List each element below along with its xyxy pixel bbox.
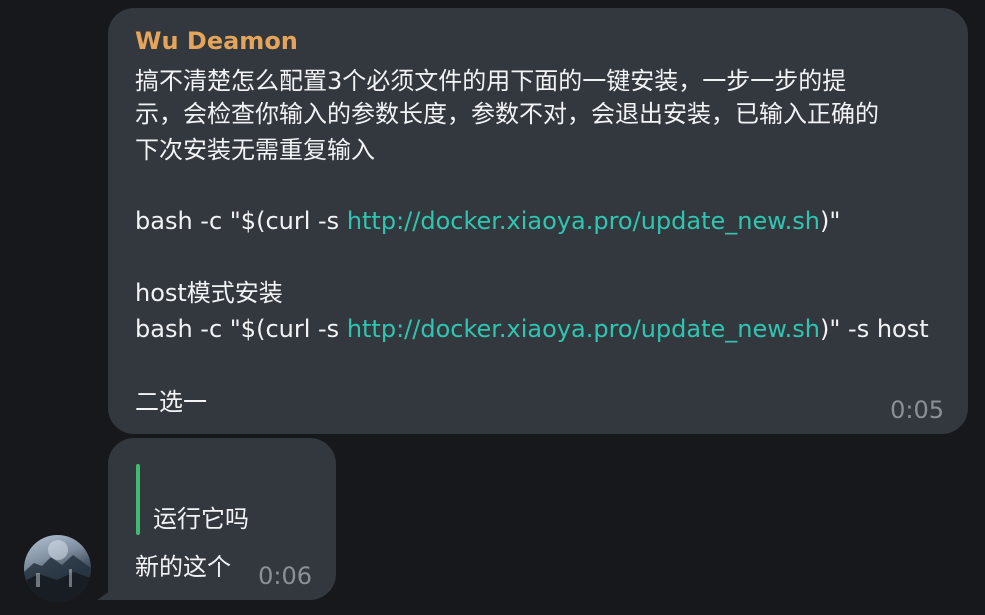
command-prefix: bash -c "$(curl -s [135, 315, 347, 343]
chat-window: Wu Deamon 搞不清楚怎么配置3个必须文件的用下面的一键安装，一步一步的提… [0, 0, 985, 615]
command-line: bash -c "$(curl -s http://docker.xiaoya.… [135, 206, 840, 236]
reply-text: 新的这个 [135, 553, 231, 581]
command-suffix: )" -s host [820, 315, 929, 343]
message-bubble[interactable]: Wu Deamon 搞不清楚怎么配置3个必须文件的用下面的一键安装，一步一步的提… [108, 8, 968, 434]
avatar[interactable] [24, 535, 91, 602]
host-mode-label: host模式安装 [135, 279, 283, 307]
command-line: bash -c "$(curl -s http://docker.xiaoya.… [135, 314, 929, 344]
command-suffix: )" [820, 207, 841, 235]
sender-name[interactable]: Wu Deamon [135, 27, 298, 55]
message-line: 下次安装无需重复输入 [135, 136, 375, 164]
message-line: 搞不清楚怎么配置3个必须文件的用下面的一键安装，一步一步的提 [135, 67, 847, 95]
quote-bar [136, 464, 140, 535]
update-script-link[interactable]: http://docker.xiaoya.pro/update_new.sh [347, 207, 820, 235]
message-time: 0:05 [890, 396, 944, 424]
message-line: 示，会检查你输入的参数长度，参数不对，会退出安装，已输入正确的 [135, 100, 879, 128]
command-prefix: bash -c "$(curl -s [135, 207, 347, 235]
reply-message-bubble[interactable]: 运行它吗 新的这个 0:06 [108, 438, 336, 600]
update-script-link[interactable]: http://docker.xiaoya.pro/update_new.sh [347, 315, 820, 343]
message-footer: 二选一 [135, 388, 207, 416]
quoted-message[interactable]: 运行它吗 [153, 504, 249, 534]
message-time: 0:06 [258, 562, 312, 590]
avatar-image [24, 540, 91, 602]
